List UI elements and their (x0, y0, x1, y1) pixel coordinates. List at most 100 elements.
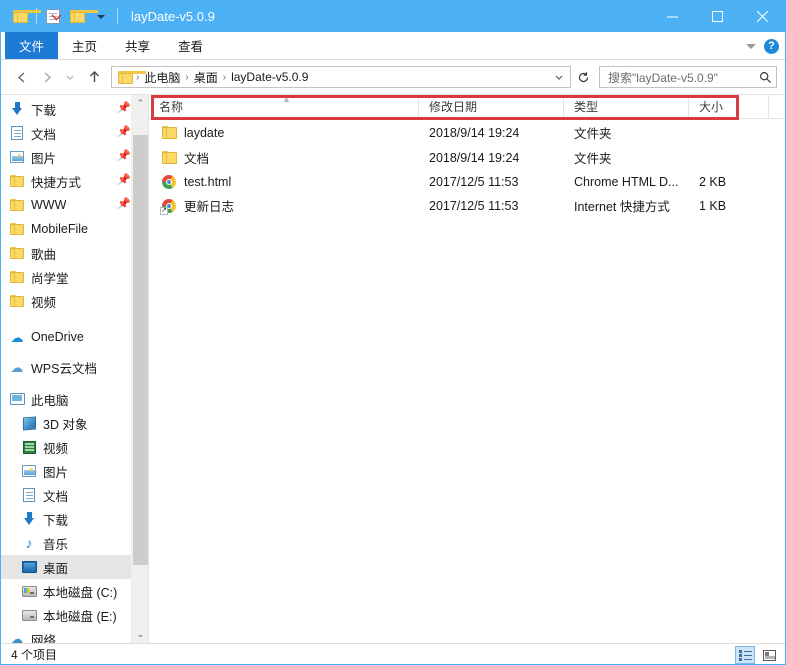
this-pc-icon (9, 391, 25, 407)
large-icons-view-button[interactable] (759, 646, 779, 664)
breadcrumb-current-folder[interactable]: layDate-v5.0.9 (227, 70, 312, 84)
maximize-button[interactable] (695, 0, 740, 32)
folder-icon (9, 221, 25, 237)
folder-icon[interactable] (9, 5, 41, 27)
breadcrumb-desktop[interactable]: 桌面 (190, 69, 222, 86)
scroll-down-icon[interactable]: ⌄ (132, 626, 148, 643)
sidebar-item-label: OneDrive (31, 330, 84, 344)
sidebar-item-label: 下载 (43, 513, 69, 528)
file-name-cell[interactable]: test.html (149, 174, 419, 190)
address-input[interactable]: › 此电脑 › 桌面 › layDate-v5.0.9 (111, 66, 571, 88)
breadcrumb-folder-icon[interactable] (118, 70, 146, 84)
breadcrumb-this-pc[interactable]: 此电脑 (140, 69, 184, 86)
properties-icon[interactable] (42, 5, 64, 27)
sidebar-item-drive-e[interactable]: 本地磁盘 (E:) (1, 603, 131, 627)
table-row[interactable]: laydate 2018/9/14 19:24 文件夹 (149, 122, 785, 143)
sidebar-scrollbar[interactable]: ⌃ ⌄ (131, 95, 148, 643)
column-header-size[interactable]: 大小 (689, 95, 769, 119)
sidebar-item-downloads-pc[interactable]: 下载 (1, 507, 131, 531)
tab-share[interactable]: 共享 (111, 32, 164, 59)
desktop-icon (21, 559, 37, 575)
sidebar-item-mobilefile[interactable]: MobileFile (1, 217, 131, 241)
sidebar-item-label: 视频 (43, 441, 69, 456)
folder-icon (9, 173, 25, 189)
sidebar-item-onedrive[interactable]: ☁ OneDrive (1, 325, 131, 349)
sidebar-item-label: 图片 (43, 465, 69, 480)
back-button[interactable] (11, 66, 33, 88)
file-name-label: 文档 (184, 152, 210, 166)
sidebar-item-wps-cloud[interactable]: ☁ WPS云文档 (1, 355, 131, 379)
file-type-cell: Internet 快捷方式 (574, 200, 670, 214)
chevron-down-icon[interactable] (746, 43, 756, 49)
sidebar-item-label: 文档 (31, 127, 57, 142)
sidebar-item-label: WPS云文档 (31, 361, 97, 376)
pin-icon[interactable]: 📌 (117, 103, 131, 114)
quick-access-toolbar (1, 0, 121, 32)
refresh-button[interactable] (573, 66, 593, 88)
pin-icon[interactable]: 📌 (117, 127, 131, 138)
folder-icon (9, 197, 25, 213)
search-box[interactable]: 搜索"layDate-v5.0.9" (599, 66, 777, 88)
file-type-cell: 文件夹 (574, 127, 612, 141)
document-icon (21, 487, 37, 503)
view-mode-buttons (735, 646, 779, 664)
recent-locations-button[interactable] (59, 66, 81, 88)
folder-icon (9, 269, 25, 285)
sidebar-item-label: 下载 (31, 103, 57, 118)
sidebar-item-pictures-pc[interactable]: 图片 (1, 459, 131, 483)
column-header-date[interactable]: 修改日期 (419, 95, 564, 119)
sidebar-item-label: 音乐 (43, 537, 69, 552)
sidebar-item-shangxuetang[interactable]: 尚学堂 (1, 265, 131, 289)
new-folder-icon[interactable] (66, 5, 98, 27)
file-explorer-window: layDate-v5.0.9 文件 主页 共享 查看 ? › 此电脑 › 桌面 … (0, 0, 786, 665)
file-name-cell[interactable]: 文档 (149, 148, 419, 167)
sidebar-item-documents-pc[interactable]: 文档 (1, 483, 131, 507)
pin-icon[interactable]: 📌 (117, 175, 131, 186)
status-bar: 4 个项目 (1, 643, 785, 664)
file-name-cell[interactable]: ↗ 更新日志 (149, 196, 419, 215)
file-name-cell[interactable]: laydate (149, 125, 419, 141)
file-date-cell: 2017/12/5 11:53 (429, 174, 519, 189)
table-row[interactable]: ↗ 更新日志 2017/12/5 11:53 Internet 快捷方式 1 K… (149, 195, 785, 216)
sidebar-item-label: 快捷方式 (31, 175, 82, 190)
scroll-up-icon[interactable]: ⌃ (132, 95, 148, 112)
sidebar-item-drive-c[interactable]: 本地磁盘 (C:) (1, 579, 131, 603)
pin-icon[interactable]: 📌 (117, 199, 131, 210)
up-button[interactable] (83, 66, 105, 88)
tab-view[interactable]: 查看 (164, 32, 217, 59)
help-icon[interactable]: ? (764, 38, 779, 54)
tab-file[interactable]: 文件 (5, 32, 59, 59)
sidebar-item-documents[interactable]: 文档 📌 (1, 121, 131, 145)
minimize-button[interactable] (650, 0, 695, 32)
sidebar-item-network[interactable]: ☁ 网络 (1, 627, 131, 643)
sidebar-item-3d-objects[interactable]: 3D 对象 (1, 411, 131, 435)
column-header-type[interactable]: 类型 (564, 95, 689, 119)
close-button[interactable] (740, 0, 785, 32)
sidebar-item-pictures[interactable]: 图片 📌 (1, 145, 131, 169)
tab-home[interactable]: 主页 (58, 32, 111, 59)
sidebar-item-songs[interactable]: 歌曲 (1, 241, 131, 265)
table-row[interactable]: 文档 2018/9/14 19:24 文件夹 (149, 147, 785, 168)
pictures-icon (21, 463, 37, 479)
pin-icon[interactable]: 📌 (117, 151, 131, 162)
search-input[interactable]: 搜索"layDate-v5.0.9" (608, 69, 758, 86)
search-icon[interactable] (758, 70, 772, 84)
sidebar-item-downloads[interactable]: 下载 📌 (1, 97, 131, 121)
sidebar-item-www[interactable]: WWW 📌 (1, 193, 131, 217)
address-dropdown-icon[interactable] (550, 72, 568, 82)
sidebar-item-desktop[interactable]: 桌面 (1, 555, 131, 579)
sidebar-item-shortcuts[interactable]: 快捷方式 📌 (1, 169, 131, 193)
file-name-label: 更新日志 (184, 200, 235, 214)
sidebar-item-videos[interactable]: 视频 (1, 435, 131, 459)
forward-button[interactable] (35, 66, 57, 88)
quick-access-dropdown-icon[interactable] (90, 5, 112, 27)
scrollbar-thumb[interactable] (133, 135, 148, 565)
item-count-label: 4 个项目 (11, 648, 58, 662)
download-icon (9, 101, 25, 117)
sidebar-item-videos-quick[interactable]: 视频 (1, 289, 131, 313)
videos-icon (21, 439, 37, 455)
sidebar-item-music[interactable]: ♪ 音乐 (1, 531, 131, 555)
details-view-button[interactable] (735, 646, 755, 664)
sidebar-item-this-pc[interactable]: 此电脑 (1, 387, 131, 411)
table-row[interactable]: test.html 2017/12/5 11:53 Chrome HTML D.… (149, 171, 785, 192)
